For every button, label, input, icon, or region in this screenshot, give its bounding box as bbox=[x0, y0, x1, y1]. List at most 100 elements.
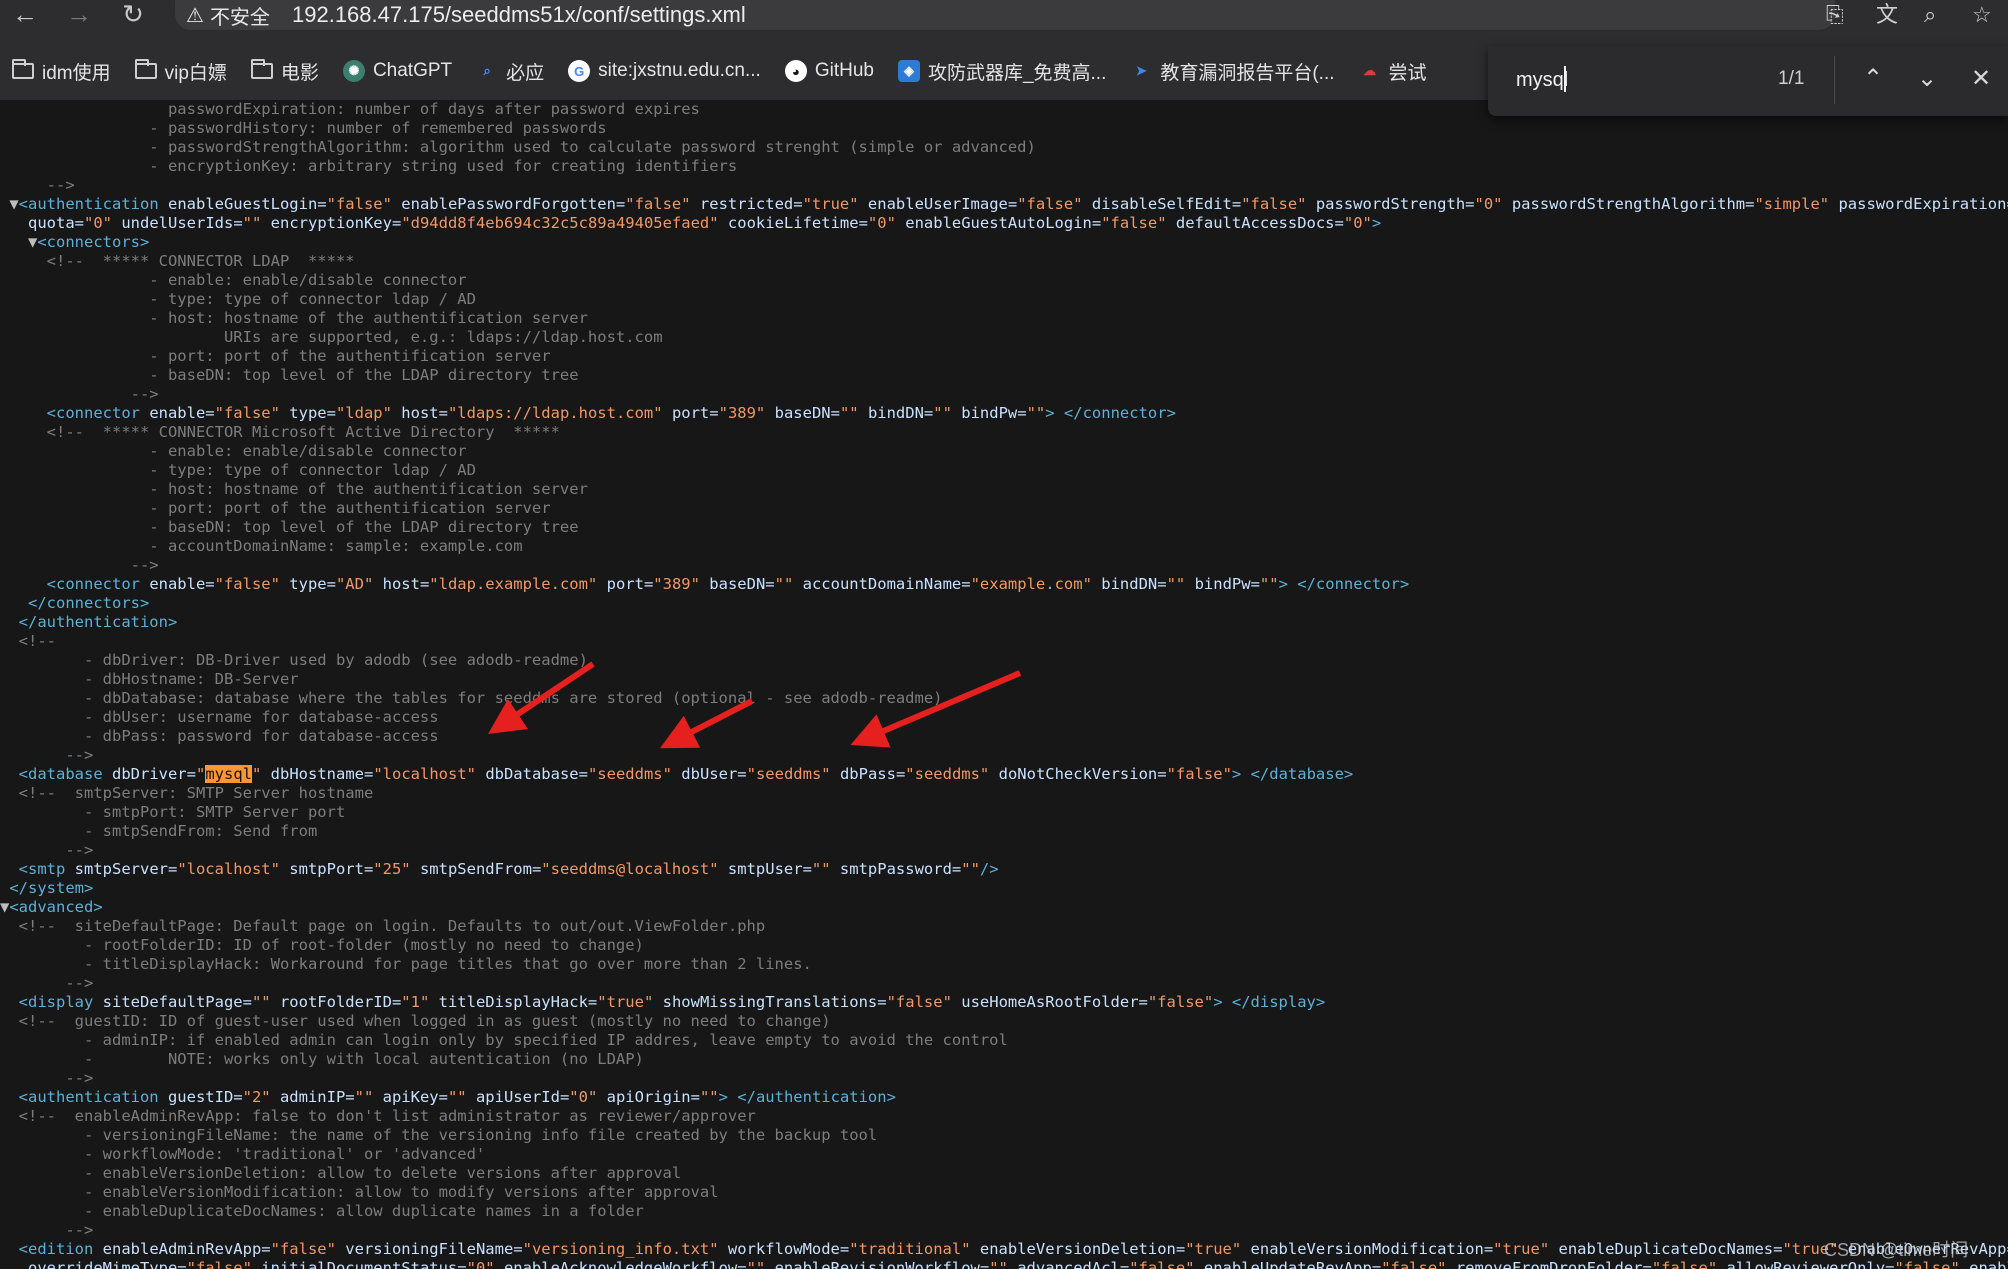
xml-attribute: dbHostname= bbox=[261, 765, 374, 783]
xml-value: "true" bbox=[1185, 1240, 1242, 1258]
bookmark-item[interactable]: ◕ GitHub bbox=[773, 60, 886, 82]
xml-attribute: enableGuestLogin= bbox=[158, 195, 327, 213]
xml-comment: - enableVersionModification: allow to mo… bbox=[0, 1183, 719, 1201]
xml-value: "seeddms" bbox=[905, 765, 990, 783]
bookmark-item[interactable]: Gsite:jxstnu.edu.cn... bbox=[556, 60, 773, 82]
xml-value: "" bbox=[1166, 575, 1186, 593]
bookmark-star-icon[interactable]: ☆ bbox=[1972, 0, 1992, 30]
xml-comment: - enableDuplicateDocNames: allow duplica… bbox=[0, 1202, 644, 1220]
xml-attribute: port= bbox=[597, 575, 654, 593]
source-line: - titleDisplayHack: Workaround for page … bbox=[0, 955, 812, 974]
xml-value: "simple" bbox=[1754, 195, 1830, 213]
browser-toolbar: ← → ↻ ⚠ 不安全 192.168.47.175/seeddms51x/co… bbox=[0, 0, 2008, 30]
bookmark-item[interactable]: idm使用 bbox=[0, 58, 123, 85]
source-line: --> bbox=[0, 974, 93, 993]
chevron-down-icon[interactable]: ⌄ bbox=[1910, 62, 1944, 96]
xml-attribute: disableSelfEdit= bbox=[1082, 195, 1242, 213]
source-line: <!-- guestID: ID of guest-user used when… bbox=[0, 1012, 831, 1031]
watermark: CSDN @time时间 bbox=[1824, 1240, 1969, 1260]
xml-comment: - smtpPort: SMTP Server port bbox=[0, 803, 346, 821]
xml-attribute: bindPw= bbox=[1185, 575, 1260, 593]
app-icon: ◈ bbox=[897, 60, 920, 82]
bookmark-item[interactable]: ◈ 攻防武器库_免费高... bbox=[886, 58, 1118, 85]
xml-value: "25" bbox=[373, 860, 411, 878]
forward-icon[interactable]: → bbox=[62, 0, 96, 30]
source-line: - NOTE: works only with local autenticat… bbox=[0, 1050, 644, 1069]
xml-attribute: defaultAccessDocs= bbox=[1166, 214, 1344, 232]
find-input[interactable] bbox=[1514, 64, 1718, 96]
chatgpt-icon: ✺ bbox=[342, 60, 365, 82]
xml-comment: - rootFolderID: ID of root-folder (mostl… bbox=[0, 936, 644, 954]
xml-value: "" bbox=[1026, 404, 1046, 422]
bookmark-item[interactable]: ➤ 教育漏洞报告平台(... bbox=[1118, 58, 1346, 85]
xml-tag: <database bbox=[0, 765, 103, 783]
xml-tag: </authentication> bbox=[0, 613, 178, 631]
xml-attribute: bindDN= bbox=[1091, 575, 1167, 593]
xml-attribute: smtpSendFrom= bbox=[410, 860, 542, 878]
source-line: <smtp smtpServer="localhost" smtpPort="2… bbox=[0, 860, 999, 879]
xml-attribute: encryptionKey= bbox=[261, 214, 402, 232]
bookmark-item[interactable]: ✺ ChatGPT bbox=[331, 60, 464, 82]
xml-value: "0" bbox=[1343, 214, 1372, 232]
collapse-triangle-icon[interactable]: ▼ bbox=[0, 898, 9, 916]
collapse-triangle-icon[interactable]: ▼ bbox=[0, 233, 37, 251]
back-icon[interactable]: ← bbox=[8, 0, 42, 30]
zoom-icon[interactable]: ⌕ bbox=[1924, 0, 1936, 30]
folder-icon bbox=[250, 59, 273, 79]
xml-attribute: passwordExpiration= bbox=[1829, 195, 2008, 213]
xml-attribute: siteDefaultPage= bbox=[93, 993, 252, 1011]
bookmark-label: 必应 bbox=[506, 62, 545, 84]
xml-source-view[interactable]: passwordExpiration: number of days after… bbox=[0, 100, 2008, 1269]
source-line: - workflowMode: 'traditional' or 'advanc… bbox=[0, 1145, 485, 1164]
bookmark-label: 尝试 bbox=[1388, 62, 1427, 84]
reload-icon[interactable]: ↻ bbox=[116, 0, 150, 30]
bookmark-item[interactable]: ⌕ 必应 bbox=[464, 58, 556, 85]
xml-value: "traditional" bbox=[849, 1240, 971, 1258]
xml-attribute: enable= bbox=[139, 575, 215, 593]
source-line: - host: hostname of the authentification… bbox=[0, 480, 588, 499]
xml-comment: - dbDatabase: database where the tables … bbox=[0, 689, 943, 707]
bookmark-item[interactable]: ☁ 尝试 bbox=[1347, 58, 1439, 85]
xml-value: "1" bbox=[401, 993, 430, 1011]
xml-value: "" bbox=[251, 993, 271, 1011]
xml-comment: <!-- ***** CONNECTOR LDAP ***** bbox=[0, 252, 355, 270]
bookmark-item[interactable]: 电影 bbox=[239, 58, 331, 85]
source-line: quota="0" undelUserIds="" encryptionKey=… bbox=[0, 214, 1381, 233]
xml-attribute: dbPass= bbox=[830, 765, 906, 783]
collapse-triangle-icon[interactable]: ▼ bbox=[0, 195, 18, 213]
page-search-icon[interactable]: ⎘ bbox=[1826, 0, 1844, 30]
xml-value: "ldaps://ldap.host.com" bbox=[447, 404, 663, 422]
source-line: <!-- smtpServer: SMTP Server hostname bbox=[0, 784, 374, 803]
source-line: - port: port of the authentification ser… bbox=[0, 347, 550, 366]
xml-attribute: accountDomainName= bbox=[793, 575, 971, 593]
source-line: <authentication guestID="2" adminIP="" a… bbox=[0, 1088, 896, 1107]
xml-comment: - passwordStrengthAlgorithm: algorithm u… bbox=[0, 138, 1036, 156]
find-match-count: 1/1 bbox=[1778, 68, 1805, 89]
xml-value: " bbox=[195, 765, 206, 783]
xml-attribute: type= bbox=[279, 404, 336, 422]
xml-value: "false" bbox=[1017, 195, 1083, 213]
xml-comment: <!-- enableAdminRevApp: false to don't l… bbox=[0, 1107, 756, 1125]
xml-tag: <connector bbox=[0, 404, 140, 422]
bookmark-item[interactable]: vip白嫖 bbox=[123, 58, 239, 85]
source-line: - smtpSendFrom: Send from bbox=[0, 822, 317, 841]
xml-attribute: enableDuplicateDocNames= bbox=[1549, 1240, 1783, 1258]
xml-attribute: removeFromDropFolder= bbox=[1446, 1259, 1652, 1269]
source-line: - rootFolderID: ID of root-folder (mostl… bbox=[0, 936, 644, 955]
xml-attribute: adminIP= bbox=[270, 1088, 355, 1106]
translate-icon[interactable]: 文 bbox=[1876, 0, 1898, 30]
xml-value: "false" bbox=[326, 195, 392, 213]
source-line: - type: type of connector ldap / AD bbox=[0, 461, 476, 480]
xml-value: "false" bbox=[1101, 214, 1167, 232]
source-line: ▼<advanced> bbox=[0, 898, 103, 917]
xml-comment: --> bbox=[0, 1069, 94, 1087]
chevron-up-icon[interactable]: ⌃ bbox=[1856, 62, 1890, 96]
xml-comment: - passwordHistory: number of remembered … bbox=[0, 119, 607, 137]
close-icon[interactable]: ✕ bbox=[1964, 62, 1998, 96]
security-indicator[interactable]: ⚠ 不安全 bbox=[186, 2, 270, 29]
xml-comment: - titleDisplayHack: Workaround for page … bbox=[0, 955, 812, 973]
xml-attribute: rootFolderID= bbox=[270, 993, 402, 1011]
url-text[interactable]: 192.168.47.175/seeddms51x/conf/settings.… bbox=[292, 0, 746, 30]
source-line: - enableVersionDeletion: allow to delete… bbox=[0, 1164, 681, 1183]
xml-comment: - versioningFileName: the name of the ve… bbox=[0, 1126, 878, 1144]
